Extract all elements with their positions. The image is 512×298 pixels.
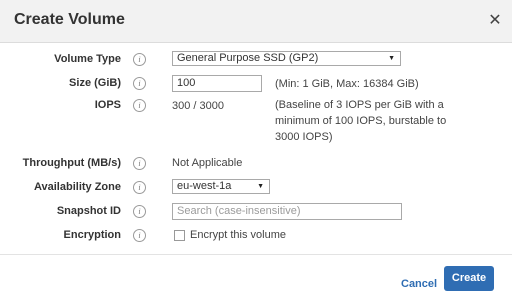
- volume-type-select[interactable]: General Purpose SSD (GP2) ▼: [172, 51, 401, 66]
- info-icon[interactable]: i: [133, 229, 146, 242]
- throughput-value: Not Applicable: [172, 157, 243, 169]
- iops-hint: (Baseline of 3 IOPS per GiB with a minim…: [275, 97, 446, 145]
- iops-hint-line: 3000 IOPS): [275, 131, 333, 143]
- snapshot-id-placeholder: Search (case-insensitive): [177, 205, 301, 217]
- availability-zone-select[interactable]: eu-west-1a ▼: [172, 179, 270, 194]
- availability-zone-label: Availability Zone: [33, 181, 121, 193]
- dialog-header: Create Volume ✕: [0, 0, 512, 43]
- iops-hint-line: minimum of 100 IOPS, burstable to: [275, 115, 447, 127]
- info-icon[interactable]: i: [133, 99, 146, 112]
- cancel-button[interactable]: Cancel: [401, 278, 437, 290]
- throughput-label: Throughput (MB/s): [22, 157, 121, 169]
- info-icon[interactable]: i: [133, 181, 146, 194]
- snapshot-id-input[interactable]: Search (case-insensitive): [172, 203, 402, 220]
- size-label: Size (GiB): [69, 77, 121, 89]
- dropdown-arrow-icon: ▼: [257, 183, 264, 190]
- encrypt-checkbox[interactable]: [174, 230, 185, 241]
- close-icon[interactable]: ✕: [487, 12, 503, 30]
- volume-type-label: Volume Type: [54, 53, 121, 65]
- info-icon[interactable]: i: [133, 157, 146, 170]
- encrypt-checkbox-label[interactable]: Encrypt this volume: [190, 229, 286, 241]
- dialog-title: Create Volume: [14, 11, 125, 28]
- create-button[interactable]: Create: [444, 266, 494, 291]
- encryption-label: Encryption: [63, 229, 121, 241]
- size-hint: (Min: 1 GiB, Max: 16384 GiB): [275, 78, 419, 90]
- volume-type-value: General Purpose SSD (GP2): [177, 52, 319, 64]
- footer-divider: [0, 254, 512, 255]
- snapshot-id-label: Snapshot ID: [56, 205, 121, 217]
- availability-zone-value: eu-west-1a: [177, 180, 232, 192]
- dropdown-arrow-icon: ▼: [388, 55, 395, 62]
- info-icon[interactable]: i: [133, 53, 146, 66]
- iops-hint-line: (Baseline of 3 IOPS per GiB with a: [275, 99, 444, 111]
- info-icon[interactable]: i: [133, 205, 146, 218]
- info-icon[interactable]: i: [133, 77, 146, 90]
- iops-value: 300 / 3000: [172, 100, 224, 112]
- iops-label: IOPS: [94, 99, 121, 111]
- size-input[interactable]: 100: [172, 75, 262, 92]
